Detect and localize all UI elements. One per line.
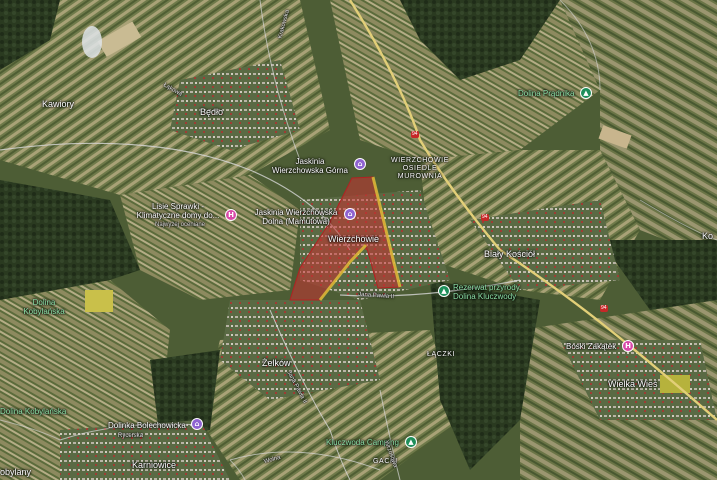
place-label-zelkow[interactable]: Żelków bbox=[262, 359, 291, 368]
lodging-icon[interactable]: H bbox=[622, 340, 634, 352]
park-icon[interactable]: ▲ bbox=[438, 285, 450, 297]
poi-label-dolina-kobylanska-1[interactable]: Dolina Kobylańska bbox=[20, 298, 68, 316]
place-label-kobylany[interactable]: obylany bbox=[0, 468, 31, 477]
poi-label-jaskinia-dolna[interactable]: Jaskinia Wierzchowska Dolna (Mamutowa) bbox=[250, 208, 342, 226]
place-label-karniowice[interactable]: Karniowice bbox=[132, 461, 176, 470]
place-label-kawiory[interactable]: Kawiory bbox=[42, 100, 74, 109]
museum-icon[interactable]: ⌂ bbox=[354, 158, 366, 170]
poi-sublabel-lisie-sprawki: Najwyżej oceniane bbox=[154, 222, 206, 228]
place-label-wierzchowie[interactable]: Wierzchowie bbox=[328, 235, 379, 244]
route-shield: 94 bbox=[600, 305, 608, 312]
road-label-rycerska: Rycerska bbox=[118, 433, 144, 439]
route-shield: 94 bbox=[411, 131, 419, 138]
museum-icon[interactable]: ⌂ bbox=[191, 418, 203, 430]
poi-label-jaskinia-gorna[interactable]: Jaskinia Wierzchowska Górna bbox=[270, 157, 350, 175]
place-label-osiedle-murownia[interactable]: WIERZCHOWIE OSIEDLE MUROWNIA bbox=[388, 157, 452, 181]
park-icon[interactable]: ▲ bbox=[580, 87, 592, 99]
place-label-edge[interactable]: Ko bbox=[702, 232, 713, 241]
lodging-icon[interactable]: H bbox=[225, 209, 237, 221]
poi-label-dolina-kobylanska-2[interactable]: Dolina Kobylańska bbox=[0, 407, 66, 416]
satellite-map[interactable]: Kawiory Będło Dolina Prądnika ▲ Jaskinia… bbox=[0, 0, 717, 480]
place-label-laczki[interactable]: ŁĄCZKI bbox=[427, 351, 455, 359]
place-label-beblo[interactable]: Będło bbox=[200, 108, 223, 117]
place-label-wielka-wies[interactable]: Wielka Wieś bbox=[608, 380, 658, 389]
park-icon[interactable]: ▲ bbox=[405, 436, 417, 448]
place-label-bialy-kosciol[interactable]: Biały Kościół bbox=[484, 250, 535, 259]
poi-label-dolinka-bolechowicka[interactable]: Dolinka Bolechowicka bbox=[108, 421, 186, 430]
poi-label-dolina-pradnika[interactable]: Dolina Prądnika bbox=[518, 89, 574, 98]
poi-label-rezerwat[interactable]: Rezerwat przyrody Dolina Kluczwody bbox=[453, 283, 523, 301]
museum-icon[interactable]: ⌂ bbox=[344, 208, 356, 220]
poi-label-lisie-sprawki[interactable]: Lisie Sprawki - Klimatyczne domy do... bbox=[130, 202, 226, 220]
route-shield: 94 bbox=[481, 214, 489, 221]
poi-label-boski-zakatek[interactable]: Boski Zakątek bbox=[566, 342, 616, 351]
